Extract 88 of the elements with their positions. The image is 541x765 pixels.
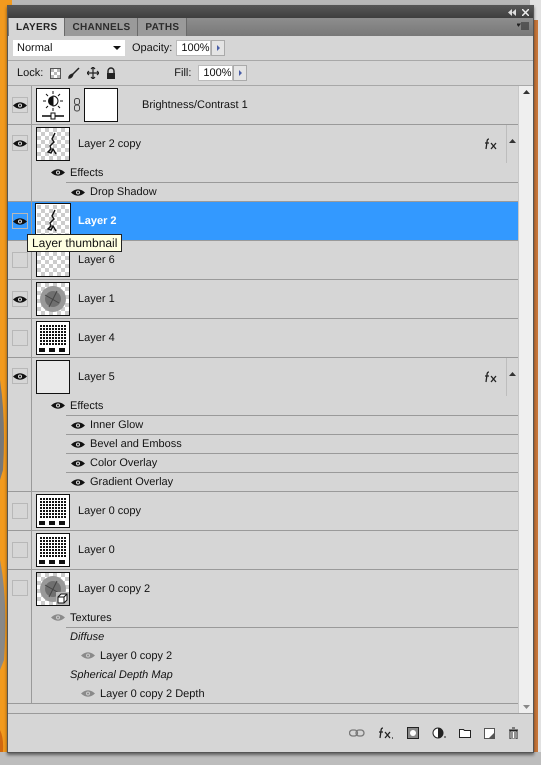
- scroll-up-icon[interactable]: [522, 90, 530, 94]
- link-icon[interactable]: [349, 729, 365, 737]
- visibility-toggle[interactable]: [12, 542, 28, 558]
- eye-icon: [12, 100, 26, 110]
- new-layer-icon[interactable]: [484, 728, 495, 738]
- visibility-toggle[interactable]: [12, 368, 28, 384]
- layer-thumbnail[interactable]: [36, 360, 70, 394]
- layer-row[interactable]: Layer 5 Effects Inner Glow Bevel and Emboss Color Overlay Gradient Overlay: [8, 358, 518, 492]
- effect-name: Inner Glow: [90, 419, 144, 431]
- effects-label: Effects: [70, 166, 104, 178]
- visibility-toggle[interactable]: [12, 97, 28, 113]
- panel-tab[interactable]: PATHS: [138, 18, 188, 36]
- layer-mask-thumbnail[interactable]: [84, 88, 118, 122]
- scroll-up-icon[interactable]: [509, 139, 516, 143]
- opacity-field[interactable]: 100%: [176, 40, 212, 56]
- texture-name: Layer 0 copy 2 Depth: [100, 688, 205, 700]
- layer-thumbnail[interactable]: [36, 127, 70, 161]
- texture-group-label: Spherical Depth Map: [70, 668, 173, 680]
- scroll-down-icon[interactable]: [522, 705, 530, 709]
- scrollbar[interactable]: [518, 86, 533, 713]
- layer-name: Layer 6: [78, 254, 116, 266]
- tooltip: Layer thumbnail: [27, 234, 122, 252]
- lock-label: Lock:: [17, 67, 44, 79]
- eye-icon: [12, 372, 26, 380]
- fill-slider-button[interactable]: [233, 65, 248, 81]
- mask-icon[interactable]: [407, 727, 419, 739]
- layer-thumbnail[interactable]: [36, 572, 70, 606]
- effect-name: Drop Shadow: [90, 186, 157, 198]
- trash-icon[interactable]: [508, 727, 519, 739]
- play-icon: [216, 45, 220, 51]
- layer-thumbnail[interactable]: [36, 533, 70, 567]
- layer-row[interactable]: Brightness/Contrast 1: [8, 86, 518, 125]
- layer-name: Layer 0 copy 2: [78, 583, 152, 595]
- layer-name: Layer 1: [78, 293, 116, 305]
- caret-icon: [113, 46, 121, 50]
- layer-name: Layer 5: [78, 371, 116, 383]
- visibility-toggle[interactable]: [12, 291, 28, 307]
- visibility-toggle[interactable]: [12, 252, 28, 268]
- effect-name: Gradient Overlay: [90, 476, 174, 488]
- eye-icon: [12, 138, 26, 148]
- lock-icon[interactable]: [106, 67, 116, 79]
- collapse-icon[interactable]: [508, 8, 516, 16]
- visibility-toggle[interactable]: [12, 580, 28, 596]
- blend-mode-dropdown[interactable]: Normal: [13, 40, 125, 56]
- layer-name: Layer 2: [78, 215, 118, 227]
- layer-row[interactable]: Layer 4: [8, 319, 518, 358]
- eye-icon: [12, 216, 26, 226]
- layer-row[interactable]: Layer 1: [8, 280, 518, 319]
- fx-icon[interactable]: [378, 727, 394, 739]
- move-icon[interactable]: [87, 67, 100, 79]
- textures-label: Textures: [70, 612, 112, 624]
- visibility-toggle[interactable]: [12, 503, 28, 519]
- layer-thumbnail[interactable]: [36, 321, 70, 355]
- effect-name: Bevel and Emboss: [90, 438, 182, 450]
- scroll-up-icon[interactable]: [509, 372, 516, 376]
- panel-tab[interactable]: CHANNELS: [65, 18, 138, 36]
- layer-row[interactable]: Layer 0: [8, 531, 518, 570]
- eye-icon: [12, 294, 26, 304]
- fill-label: Fill:: [174, 67, 192, 79]
- layer-row[interactable]: Layer 0 copy 2 Textures Diffuse Layer 0 copy 2 Spherical Depth Map Layer 0 copy 2 Depth: [8, 570, 518, 704]
- layer-name: Layer 0: [78, 544, 116, 556]
- chain-icon[interactable]: [74, 98, 80, 112]
- folder-icon[interactable]: [459, 728, 471, 738]
- brush-icon[interactable]: [68, 67, 80, 79]
- menu-icon[interactable]: [517, 22, 529, 30]
- adjustment-icon[interactable]: [432, 727, 446, 739]
- lock-transparency-icon[interactable]: [50, 68, 62, 78]
- layer-name: Layer 2 copy: [78, 138, 142, 150]
- layer-thumbnail[interactable]: [36, 282, 70, 316]
- effects-label: Effects: [70, 400, 104, 412]
- texture-name: Layer 0 copy 2: [100, 650, 172, 662]
- layer-row[interactable]: Layer 0 copy: [8, 492, 518, 531]
- layer-thumbnail[interactable]: [36, 494, 70, 528]
- close-icon[interactable]: [522, 8, 529, 16]
- layer-name: Layer 0 copy: [78, 505, 142, 517]
- visibility-toggle[interactable]: [12, 135, 28, 151]
- visibility-toggle[interactable]: [12, 213, 28, 229]
- layer-name: Brightness/Contrast 1: [142, 99, 249, 111]
- visibility-toggle[interactable]: [12, 330, 28, 346]
- panel-tab[interactable]: LAYERS: [9, 18, 66, 36]
- opacity-slider-button[interactable]: [211, 40, 226, 56]
- sun-icon[interactable]: [36, 88, 70, 122]
- layer-name: Layer 4: [78, 332, 116, 344]
- fill-field[interactable]: 100%: [198, 65, 234, 81]
- opacity-label: Opacity:: [132, 42, 172, 54]
- texture-group-label: Diffuse: [70, 631, 104, 643]
- effect-name: Color Overlay: [90, 457, 158, 469]
- play-icon: [238, 70, 242, 76]
